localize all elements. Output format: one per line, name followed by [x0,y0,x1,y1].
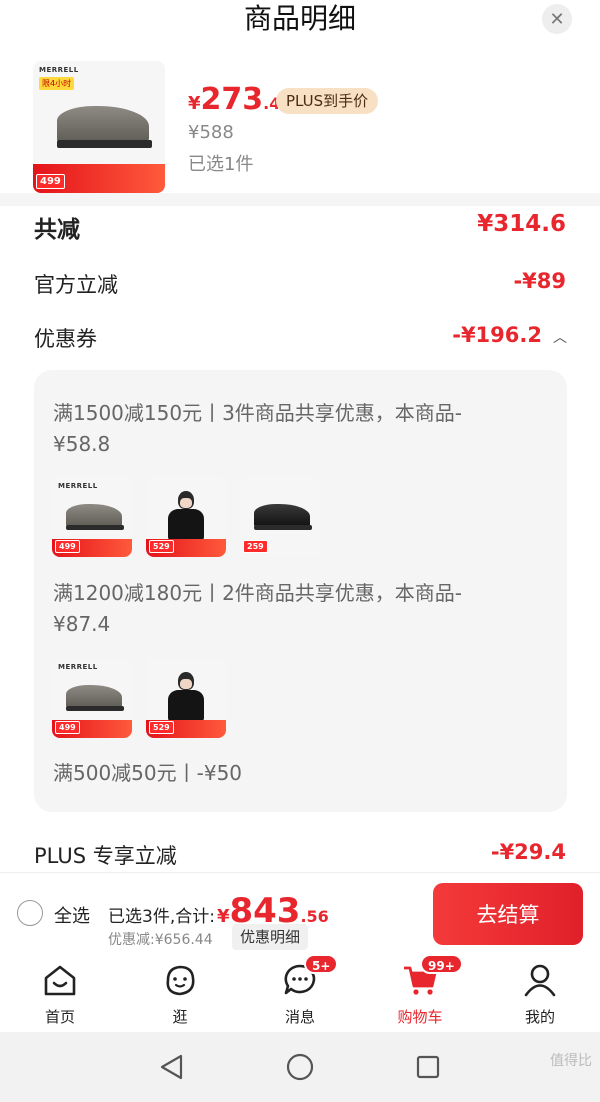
select-all-label[interactable]: 全选 [54,902,90,928]
shoe-sole [254,525,312,530]
settlement-bar: 全选 已选3件,合计: ¥ 843 .56 优惠减:¥656.44 优惠明细 去… [0,872,600,954]
watermark: 值得比 [550,1053,592,1069]
thumb-price-badge: 529 [149,721,174,734]
product-thumbnail[interactable]: MERRELL 限4小时 499 [33,61,165,193]
coupon-panel: 满1500减150元丨3件商品共享优惠，本商品-¥58.8 MERRELL 49… [34,370,567,812]
home-icon [42,962,78,998]
total-symbol: ¥ [216,906,230,927]
tab-label: 逛 [172,1008,188,1026]
coupon-2-product-2[interactable]: 529 [146,658,226,738]
total-reduction-label: 共减 [34,217,80,243]
thumb-tag: 限4小时 [39,77,75,90]
discount-detail-button[interactable]: 优惠明细 [232,924,309,950]
model-body [168,690,204,722]
explore-icon [162,962,198,998]
message-badge: 5+ [304,954,339,974]
profile-icon [522,962,558,998]
plus-discount-label: PLUS 专享立减 [34,844,177,868]
coupon-value[interactable]: -¥196.2 [452,323,542,347]
discount-note: 优惠减:¥656.44 [108,932,213,948]
coupon-2-text: 满1200减180元丨2件商品共享优惠，本商品-¥87.4 [53,581,463,636]
tab-messages[interactable]: 5+ 消息 [260,954,340,1027]
shoe-sole [66,525,124,530]
coupon-3-text: 满500减50元丨-¥50 [53,761,243,785]
official-discount-value: -¥89 [513,269,566,293]
back-icon[interactable] [157,1052,187,1082]
shoe-image [66,504,123,527]
close-icon: ✕ [549,8,565,30]
price-integer: 273 [200,82,264,117]
tab-label: 我的 [524,1008,555,1026]
shoe-sole [66,706,124,711]
chevron-up-icon[interactable]: ︿ [553,327,567,347]
price-symbol: ¥ [188,93,201,114]
coupon-1-product-3[interactable]: 259 [240,477,320,557]
current-price: ¥ 273 .4 [188,82,280,117]
shoe-sole [56,140,152,149]
tab-profile[interactable]: 我的 [500,962,580,1027]
original-price: ¥588 [188,122,234,143]
coupon-label: 优惠券 [34,327,97,351]
thumb-price-badge: 499 [55,721,80,734]
tab-label: 消息 [284,1008,315,1026]
model-face [180,678,192,690]
thumb-brand: MERRELL [58,663,98,671]
recents-icon[interactable] [413,1052,443,1082]
cart-badge: 99+ [420,954,463,974]
tab-home[interactable]: 首页 [20,962,100,1027]
shoe-image [56,105,150,143]
official-discount-label: 官方立减 [34,273,118,297]
select-all-checkbox[interactable] [17,900,43,926]
plus-discount-value: -¥29.4 [490,840,566,864]
thumb-brand: MERRELL [58,482,98,490]
coupon-2-product-1[interactable]: MERRELL 499 [52,658,132,738]
coupon-1-product-1[interactable]: MERRELL 499 [52,477,132,557]
thumb-brand: MERRELL [39,66,79,74]
detail-sheet: 商品明细 ✕ MERRELL 限4小时 499 ¥ 273 .4 PLUS到手价… [0,0,600,872]
model-body [168,509,204,541]
sheet-title: 商品明细 [243,2,356,35]
tab-explore[interactable]: 逛 [140,962,220,1027]
thumb-price-badge: 529 [149,540,174,553]
selected-count: 已选1件 [188,154,254,175]
thumb-price-badge: 259 [243,540,268,553]
tab-label: 首页 [44,1008,75,1026]
tab-cart[interactable]: 99+ 购物车 [380,954,463,1027]
cart-icon: 99+ [402,954,463,998]
plus-price-tag: PLUS到手价 [276,88,379,114]
system-navigation-bar [0,1032,600,1102]
checkout-button[interactable]: 去结算 [433,883,583,945]
model-face [180,497,192,509]
tab-label: 购物车 [397,1008,443,1026]
total-prefix: 已选3件,合计: [108,907,215,927]
thumb-price-badge: 499 [36,174,65,189]
thumb-price-badge: 499 [55,540,80,553]
tab-bar: 首页 逛 5+ 消息 99+ 购物车 我的 [0,954,600,1032]
shoe-image [254,504,311,527]
coupon-1-product-2[interactable]: 529 [146,477,226,557]
close-button[interactable]: ✕ [542,4,572,34]
shoe-image [66,685,123,708]
home-circle-icon[interactable] [285,1052,315,1082]
message-icon: 5+ [282,954,339,998]
coupon-1-text: 满1500减150元丨3件商品共享优惠，本商品-¥58.8 [53,401,463,456]
section-divider [0,193,600,206]
total-reduction-value: ¥314.6 [477,211,566,237]
